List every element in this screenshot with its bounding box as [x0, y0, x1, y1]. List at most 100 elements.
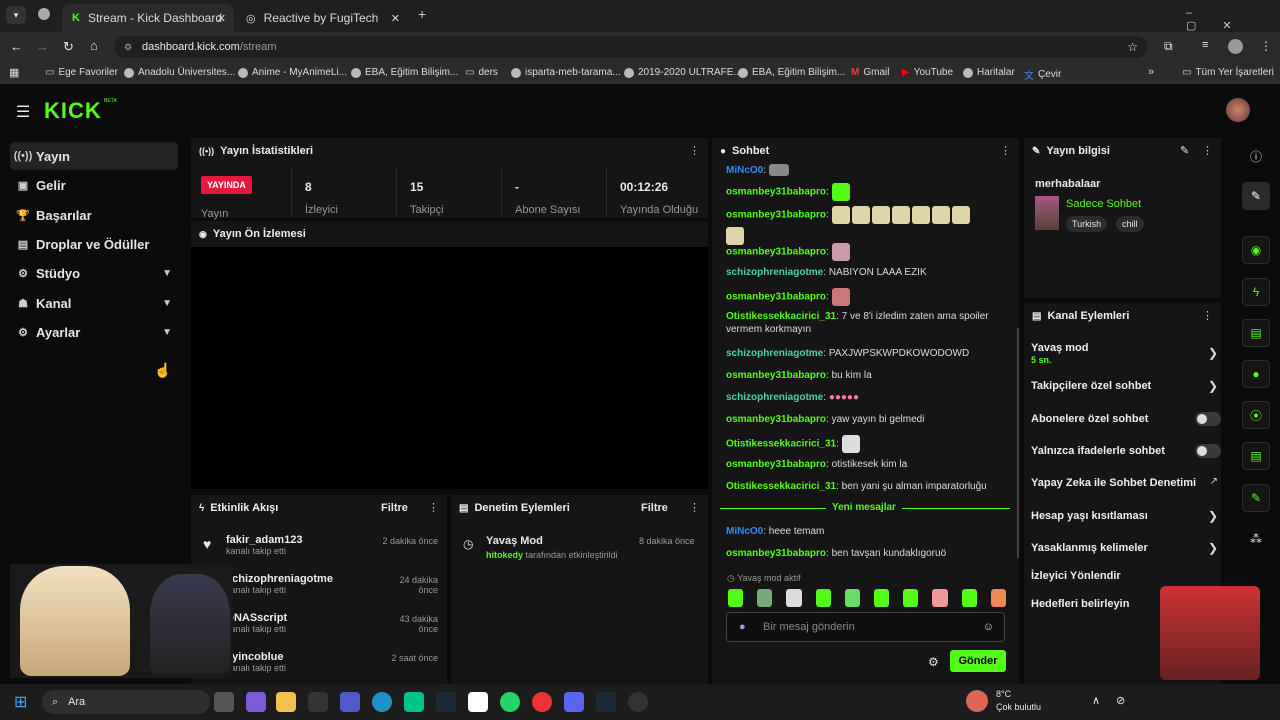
emote-button[interactable] — [990, 589, 1007, 607]
bookmark-star-icon[interactable]: ☆ — [1127, 36, 1138, 58]
bookmark-item[interactable]: ▶ YouTube — [902, 67, 953, 78]
more-bookmarks-icon[interactable]: » — [1148, 66, 1154, 78]
emote-button[interactable] — [874, 589, 890, 607]
teams-icon[interactable] — [340, 692, 360, 712]
profile-avatar[interactable] — [1228, 39, 1243, 54]
action-banned-words[interactable]: Yasaklanmış kelimeler — [1031, 542, 1148, 554]
bookmark-item[interactable]: EBA, Eğitim Bilişim... — [738, 67, 845, 78]
tab-pinned-icon[interactable] — [38, 8, 50, 20]
chevron-right-icon[interactable]: ❯ — [1208, 541, 1218, 555]
site-info-icon[interactable]: ⚙ — [124, 36, 132, 58]
chat-toggle-button[interactable]: ● — [1242, 360, 1270, 388]
moderation-toggle-button[interactable]: ▤ — [1242, 319, 1270, 347]
steam-icon[interactable] — [436, 692, 456, 712]
windows-start-icon[interactable]: ⊞ — [14, 692, 27, 712]
sidebar-item-basarilar[interactable]: 🏆 Başarılar — [10, 201, 178, 229]
sidebar-item-yayin[interactable]: ((•)) Yayın — [10, 142, 178, 170]
audition-icon[interactable] — [404, 692, 424, 712]
chat-scrollbar[interactable] — [1017, 328, 1019, 558]
emotes-only-toggle[interactable] — [1195, 444, 1221, 458]
kick-logo[interactable]: KICK — [44, 98, 102, 124]
tag-chip[interactable]: Turkish — [1066, 216, 1108, 232]
action-account-age[interactable]: Hesap yaşı kısıtlaması — [1031, 510, 1148, 522]
home-icon[interactable]: ⌂ — [90, 38, 98, 53]
all-bookmarks[interactable]: ▭ Tüm Yer İşaretleri — [1182, 67, 1274, 78]
taskview-icon[interactable] — [214, 692, 234, 712]
chat-settings-icon[interactable]: ⚙ — [928, 655, 939, 669]
network-icon[interactable]: ⊘ — [1116, 694, 1125, 707]
emote-button[interactable] — [815, 589, 831, 607]
media-icon[interactable]: ≡ — [1202, 39, 1208, 51]
obs-icon[interactable] — [628, 692, 648, 712]
chevron-right-icon[interactable]: ❯ — [1208, 346, 1218, 360]
store-icon[interactable] — [468, 692, 488, 712]
bookmark-item[interactable]: 文 Çevir — [1024, 67, 1061, 82]
activity-toggle-button[interactable]: ϟ — [1242, 278, 1270, 306]
system-tray-icon[interactable]: ∧ — [1092, 694, 1100, 707]
copilot-icon[interactable] — [246, 692, 266, 712]
more-options-icon[interactable]: ⋮ — [689, 144, 700, 157]
emoji-picker-icon[interactable]: ☺ — [983, 613, 994, 641]
more-options-icon[interactable]: ⋮ — [1000, 144, 1011, 157]
microphone-icon[interactable]: ● — [739, 613, 746, 641]
sidebar-item-gelir[interactable]: ▣ Gelir — [10, 171, 178, 199]
more-options-icon[interactable]: ⋮ — [1202, 309, 1213, 322]
filter-button[interactable]: Filtre — [641, 502, 668, 514]
reload-icon[interactable]: ↻ — [63, 39, 74, 55]
forward-icon[interactable]: → — [36, 39, 49, 54]
emote-button[interactable] — [728, 589, 744, 607]
more-options-icon[interactable]: ⋮ — [689, 501, 700, 514]
chevron-right-icon[interactable]: ❯ — [1208, 509, 1218, 523]
bookmark-item[interactable]: Anadolu Üniversites... — [124, 67, 235, 78]
edit-icon[interactable]: ✎ — [1180, 144, 1189, 157]
steam-icon[interactable] — [596, 692, 616, 712]
action-redirect-viewers[interactable]: İzleyici Yönlendir — [1031, 570, 1121, 582]
bookmark-item[interactable]: isparta-meb-tarama... — [511, 67, 621, 78]
action-followers-only[interactable]: Takipçilere özel sohbet — [1031, 380, 1151, 392]
bookmark-item[interactable]: M Gmail — [851, 67, 889, 78]
apps-icon[interactable]: ▦ — [9, 66, 19, 79]
bookmark-item[interactable]: Anime - MyAnimeLi... — [238, 67, 347, 78]
chevron-right-icon[interactable]: ❯ — [1208, 379, 1218, 393]
tab-reactive[interactable]: ◎ Reactive by FugiTech ✕ — [236, 4, 408, 32]
action-ai-moderation[interactable]: Yapay Zeka ile Sohbet Denetimi — [1031, 477, 1196, 489]
bookmark-item[interactable]: ▭ Ege Favoriler — [45, 67, 118, 78]
tab-close-icon[interactable]: ✕ — [217, 12, 226, 25]
url-field[interactable]: ⚙ dashboard.kick.com/stream ☆ — [114, 36, 1148, 58]
layout-icon[interactable]: ⁂ — [1250, 532, 1262, 546]
file-explorer-icon[interactable] — [276, 692, 296, 712]
discord-icon[interactable] — [564, 692, 584, 712]
browser-menu-icon[interactable]: ⋮ — [1260, 39, 1272, 53]
user-avatar[interactable] — [1226, 98, 1250, 122]
emote-button[interactable] — [757, 589, 773, 607]
taskbar-search[interactable]: ⌕ Ara — [42, 690, 210, 714]
edit-stream-button[interactable]: ✎ — [1242, 182, 1270, 210]
filter-button[interactable]: Filtre — [381, 502, 408, 514]
sidebar-item-ayarlar[interactable]: ⚙ Ayarlar ▼ — [10, 318, 178, 346]
emote-button[interactable] — [961, 589, 977, 607]
new-tab-button[interactable]: + — [418, 6, 426, 22]
whatsapp-icon[interactable] — [500, 692, 520, 712]
video-preview[interactable] — [191, 247, 708, 489]
channel-actions-toggle-button[interactable]: ▤ — [1242, 442, 1270, 470]
window-controls[interactable]: –▢✕ — [1186, 7, 1280, 32]
hamburger-menu-icon[interactable]: ☰ — [16, 102, 30, 122]
tab-list-button[interactable]: ▾ — [6, 6, 26, 24]
sidebar-item-droplar[interactable]: ▤ Droplar ve Ödüller — [10, 230, 178, 258]
bookmark-item[interactable]: Haritalar — [963, 67, 1015, 78]
emote-button[interactable] — [844, 589, 861, 607]
broadcast-toggle-button[interactable]: ⦿ — [1242, 401, 1270, 429]
new-messages-label[interactable]: Yeni mesajlar — [826, 502, 902, 513]
action-set-goals[interactable]: Hedefleri belirleyin — [1031, 598, 1129, 610]
more-options-icon[interactable]: ⋮ — [1202, 144, 1213, 157]
slow-mode-action[interactable]: Yavaş mod — [1031, 342, 1088, 354]
external-link-icon[interactable]: ↗ — [1210, 476, 1218, 487]
bookmark-item[interactable]: ▭ ders — [465, 67, 498, 78]
stream-info-toggle-button[interactable]: ✎ — [1242, 484, 1270, 512]
sidebar-item-studyo[interactable]: ⚙ Stüdyo ▼ — [10, 259, 178, 287]
chrome-icon[interactable] — [532, 692, 552, 712]
tab-kick-dashboard[interactable]: K Stream - Kick Dashboard ✕ — [62, 4, 234, 32]
emote-button[interactable] — [786, 589, 802, 607]
category-name[interactable]: Sadece Sohbet — [1066, 198, 1141, 210]
bookmark-item[interactable]: EBA, Eğitim Bilişim... — [351, 67, 458, 78]
